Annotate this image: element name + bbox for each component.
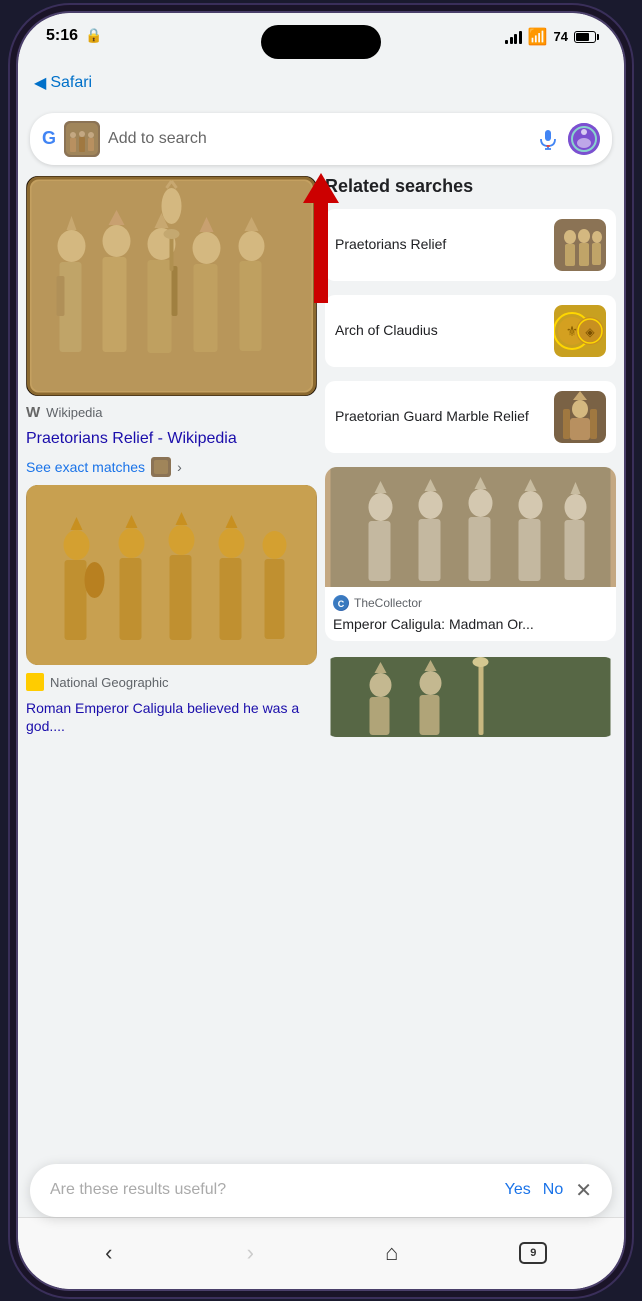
second-article-card[interactable] [325,657,616,737]
wifi-icon: 📶 [528,27,548,47]
search-input[interactable]: Add to search [108,130,528,148]
mic-icon[interactable] [536,127,560,151]
related-thumb-arch-claudius: ⚜ ◈ [554,305,606,357]
phone-screen: 5:16 🔒 📶 74 ◀ [18,13,624,1289]
wikipedia-source: W Wikipedia [26,404,317,421]
feedback-bar: Are these results useful? Yes No ✕ [30,1164,612,1217]
feedback-yes-button[interactable]: Yes [505,1181,531,1199]
caligula-image [26,485,317,665]
dynamic-island [261,25,381,59]
content-area: W Wikipedia Praetorians Relief - Wikiped… [18,168,624,1289]
exact-matches-icon [151,457,171,477]
back-button[interactable]: ‹ [91,1235,127,1271]
nat-geo-logo [26,673,44,691]
tabs-button[interactable]: 9 [515,1235,551,1271]
battery-icon [574,31,596,43]
related-item-guard[interactable]: Praetorian Guard Marble Relief [325,381,616,453]
search-bar-container: G Add to search [30,109,612,173]
home-button[interactable]: ⌂ [374,1235,410,1271]
red-arrow-indicator [303,173,339,303]
svg-text:C: C [338,599,345,609]
collector-source: C TheCollector [333,595,608,611]
safari-bar: ◀ Safari [18,69,624,101]
safari-back-button[interactable]: ◀ Safari [34,73,608,93]
related-searches-title: Related searches [325,176,616,197]
nat-geo-source: National Geographic [26,673,317,691]
status-time: 5:16 🔒 [46,27,102,45]
svg-text:◈: ◈ [585,325,595,339]
right-column: Related searches Praetorians Relief [325,176,616,737]
nat-geo-title[interactable]: Roman Emperor Caligula believed he was a… [26,699,317,735]
lock-icon: 🔒 [85,27,102,44]
related-item-praetorians[interactable]: Praetorians Relief [325,209,616,281]
tabs-count-badge: 9 [519,1242,547,1264]
collector-logo: C [333,595,349,611]
browser-nav-bar: ‹ › ⌂ 9 [18,1217,624,1289]
the-collector-card[interactable]: C TheCollector Emperor Caligula: Madman … [325,467,616,641]
battery-percentage: 74 [554,29,568,44]
collector-article-title: Emperor Caligula: Madman Or... [333,615,608,633]
left-column: W Wikipedia Praetorians Relief - Wikiped… [26,176,317,737]
profile-avatar[interactable] [568,123,600,155]
feedback-no-button[interactable]: No [543,1181,563,1199]
related-item-arch-claudius[interactable]: Arch of Claudius ⚜ ◈ [325,295,616,367]
status-right: 📶 74 [505,27,596,47]
collector-article-image [325,467,616,587]
related-thumb-guard [554,391,606,443]
phone-frame: 5:16 🔒 📶 74 ◀ [16,11,626,1291]
search-bar[interactable]: G Add to search [30,113,612,165]
collector-article-body: C TheCollector Emperor Caligula: Madman … [325,587,616,641]
search-thumbnail-image [64,121,100,157]
main-relief-image [26,176,317,396]
main-result-title[interactable]: Praetorians Relief - Wikipedia [26,429,317,450]
related-thumb-praetorians [554,219,606,271]
google-logo: G [42,128,56,149]
see-exact-matches-link[interactable]: See exact matches › [26,457,317,477]
feedback-close-button[interactable]: ✕ [575,1178,592,1203]
signal-bars [505,30,522,44]
forward-button[interactable]: › [232,1235,268,1271]
feedback-question: Are these results useful? [50,1181,505,1199]
